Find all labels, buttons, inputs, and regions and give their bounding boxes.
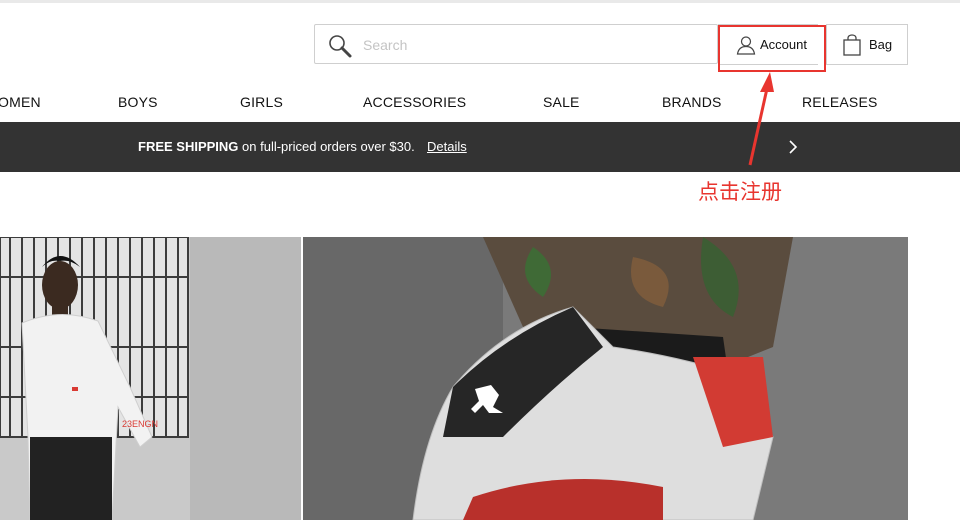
nav-item-releases[interactable]: RELEASES [802,94,878,110]
nav-item-boys[interactable]: BOYS [118,94,158,110]
annotation-text: 点击注册 [698,180,782,204]
promo-text: FREE SHIPPING on full-priced orders over… [138,139,415,154]
nav-item-brands[interactable]: BRANDS [662,94,722,110]
shopping-bag-icon [843,34,861,56]
svg-text:23ENGN: 23ENGN [122,419,158,429]
bag-button[interactable]: Bag [826,24,908,65]
promo-body-text: on full-priced orders over $30. [238,139,415,154]
account-button[interactable]: Account [718,24,818,65]
nav-item-girls[interactable]: GIRLS [240,94,283,110]
bag-label: Bag [869,37,893,52]
promo-details-link[interactable]: Details [427,139,467,154]
annotation-arrow-icon [748,72,774,166]
hero-left-illustration: 23ENGN [0,237,301,520]
chevron-right-icon[interactable] [786,138,800,156]
browser-top-edge [0,0,960,3]
search-box[interactable] [314,24,718,64]
promo-strong-text: FREE SHIPPING [138,139,239,154]
nav-item-women[interactable]: OMEN [0,94,41,110]
account-label: Account [760,37,807,52]
search-icon[interactable] [327,33,353,59]
page: Account Bag OMEN BOYS GIRLS ACCESSORIES … [0,0,960,520]
hero-right-illustration [303,237,908,520]
nav-item-sale[interactable]: SALE [543,94,580,110]
promo-bar: FREE SHIPPING on full-priced orders over… [0,122,960,172]
search-input[interactable] [361,31,695,59]
nav-item-accessories[interactable]: ACCESSORIES [363,94,466,110]
hero-image-left[interactable]: 23ENGN [0,237,301,520]
user-icon [736,36,756,55]
hero-image-right[interactable] [303,237,908,520]
